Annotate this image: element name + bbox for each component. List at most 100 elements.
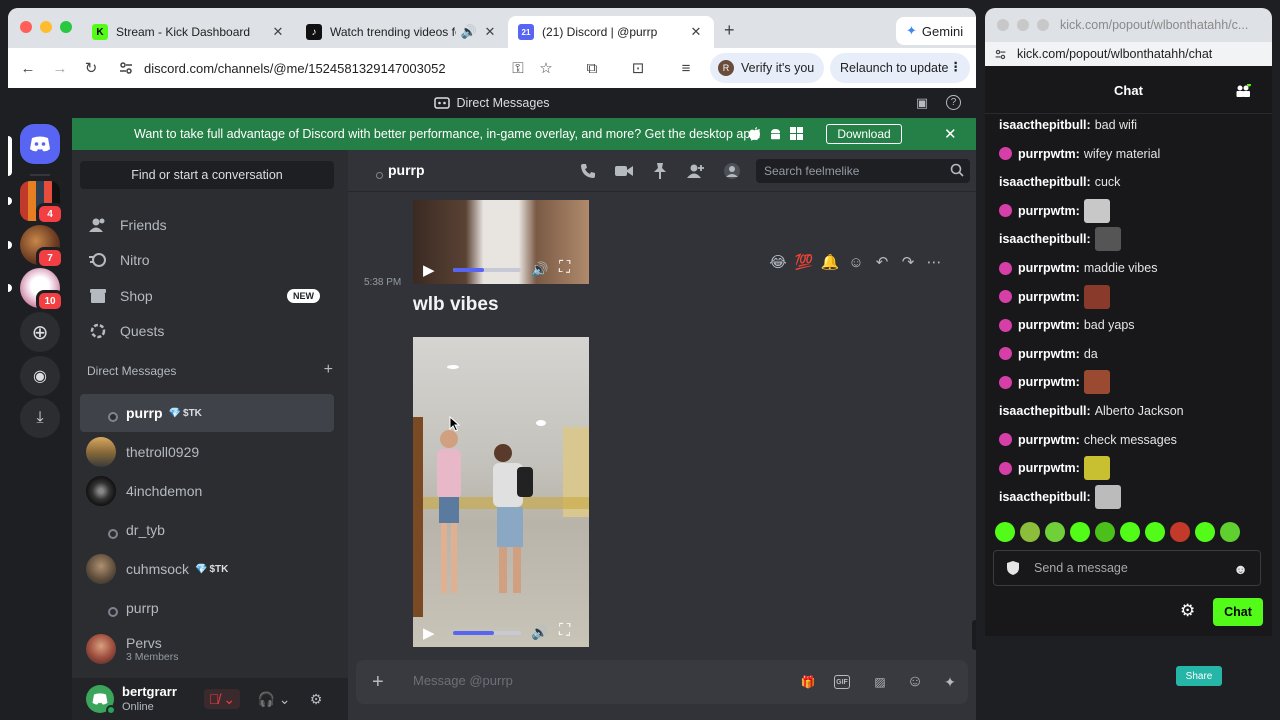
kick-chat-username[interactable]: purrpwtm: xyxy=(1018,204,1080,218)
emote-icon[interactable] xyxy=(1120,522,1140,542)
minimize-window-button[interactable] xyxy=(1017,19,1029,31)
kick-chat-username[interactable]: purrpwtm: xyxy=(1018,433,1080,447)
fullscreen-icon[interactable]: ⛶ xyxy=(559,259,570,277)
video-attachment[interactable]: ▶ 🔊 ⛶ xyxy=(413,200,589,284)
chat-users-icon[interactable] xyxy=(1235,84,1251,98)
user-avatar[interactable] xyxy=(86,685,116,715)
message-composer[interactable]: + Message @purrp 🎁 GIF ▨ ☺ ✦ xyxy=(356,660,968,704)
video-attachment[interactable]: ▶ 🔊 ⛶ xyxy=(413,337,589,647)
tab-tiktok[interactable]: ♪ Watch trending videos for 🔊 ✕ xyxy=(296,16,508,48)
gift-icon[interactable]: 🎁 xyxy=(798,672,818,692)
sidebar-item-nitro[interactable]: Nitro xyxy=(80,243,334,277)
help-icon[interactable]: ? xyxy=(946,95,961,110)
relaunch-button[interactable]: Relaunch to update ⋮ xyxy=(830,53,970,83)
headphones-icon[interactable]: 🎧 ⌄ xyxy=(256,689,292,709)
dm-item-purrp-2[interactable]: purrp xyxy=(80,589,334,627)
apps-icon[interactable]: ✦ xyxy=(940,672,960,692)
bookmark-star-icon[interactable]: ☆ xyxy=(536,58,556,78)
user-profile-icon[interactable] xyxy=(722,162,742,180)
kick-chat-username[interactable]: purrpwtm: xyxy=(1018,318,1080,332)
close-tab-icon[interactable]: ✕ xyxy=(270,24,286,40)
kick-chat-username[interactable]: purrpwtm: xyxy=(1018,347,1080,361)
emote-icon[interactable] xyxy=(1070,522,1090,542)
kick-chat-username[interactable]: purrpwtm: xyxy=(1018,261,1080,275)
kick-chat-username[interactable]: purrpwtm: xyxy=(1018,461,1080,475)
sidebar-item-friends[interactable]: Friends xyxy=(80,208,334,242)
video-call-icon[interactable] xyxy=(614,162,634,180)
close-tab-icon[interactable]: ✕ xyxy=(482,24,498,40)
emote-icon[interactable] xyxy=(1045,522,1065,542)
upload-plus-icon[interactable]: + xyxy=(372,671,384,694)
dm-item-thetroll0929[interactable]: thetroll0929 xyxy=(80,433,334,471)
new-tab-button[interactable]: + xyxy=(724,20,735,41)
dm-item-4inchdemon[interactable]: 4inchdemon xyxy=(80,472,334,510)
kick-chat-username[interactable]: isaacthepitbull: xyxy=(999,404,1091,418)
dm-item-cuhmsock[interactable]: cuhmsock 💎 $TK xyxy=(80,550,334,588)
more-options-icon[interactable]: ⋯ xyxy=(924,253,944,271)
speaker-icon[interactable]: 🔊 xyxy=(456,24,482,40)
voice-call-icon[interactable] xyxy=(578,162,598,180)
create-dm-icon[interactable]: + xyxy=(324,361,333,379)
download-button[interactable]: Download xyxy=(826,124,902,144)
user-settings-gear-icon[interactable]: ⚙ xyxy=(306,689,326,709)
dm-item-pervs[interactable]: Pervs 3 Members xyxy=(80,628,334,670)
dm-item-purrp[interactable]: purrp 💎 $TK xyxy=(80,394,334,432)
search-input[interactable]: Search feelmelike xyxy=(756,159,970,183)
kick-settings-gear-icon[interactable]: ⚙ xyxy=(1180,601,1195,621)
kick-chat-username[interactable]: isaacthepitbull: xyxy=(999,175,1091,189)
zoom-window-button[interactable] xyxy=(60,21,72,33)
server-icon[interactable]: 4 xyxy=(20,181,64,225)
emoji-icon[interactable]: ☺ xyxy=(905,672,925,692)
background-share-button[interactable]: Share xyxy=(1176,666,1222,686)
sidebar-item-quests[interactable]: Quests xyxy=(80,314,334,348)
gemini-button[interactable]: ✦ Gemini xyxy=(896,17,976,45)
quick-reaction-hundred[interactable]: 💯 xyxy=(794,253,814,271)
play-icon[interactable]: ▶ xyxy=(423,624,435,642)
kick-chat-username[interactable]: purrpwtm: xyxy=(1018,147,1080,161)
inbox-icon[interactable]: ▣ xyxy=(914,95,930,111)
reload-icon[interactable]: ↻ xyxy=(81,58,101,78)
chat-scrollbar[interactable] xyxy=(972,620,976,650)
kick-chat-username[interactable]: isaacthepitbull: xyxy=(999,232,1091,246)
verify-account-chip[interactable]: R Verify it's you xyxy=(710,53,824,83)
close-tab-icon[interactable]: ✕ xyxy=(688,24,704,40)
video-progress-bar[interactable] xyxy=(453,631,521,635)
minimize-window-button[interactable] xyxy=(40,21,52,33)
back-icon[interactable]: ← xyxy=(18,58,38,78)
pinned-messages-icon[interactable] xyxy=(650,162,670,180)
sticker-icon[interactable]: ▨ xyxy=(870,672,890,692)
download-apps-icon[interactable]: ⤓ xyxy=(20,398,60,438)
mute-mic-icon[interactable]: 🎙̸ ⌄ xyxy=(204,689,240,709)
tab-discord[interactable]: 21 (21) Discord | @purrp ✕ xyxy=(508,16,714,48)
kebab-menu-icon[interactable]: ⋮ xyxy=(950,59,963,74)
video-progress-bar[interactable] xyxy=(453,268,521,272)
forward-icon[interactable]: → xyxy=(50,58,70,78)
discover-icon[interactable]: ◉ xyxy=(20,356,60,396)
emote-icon[interactable] xyxy=(995,522,1015,542)
fullscreen-icon[interactable]: ⛶ xyxy=(559,622,570,640)
reply-icon[interactable]: ↶ xyxy=(872,253,892,271)
gif-icon[interactable]: GIF xyxy=(834,675,850,689)
kick-chat-username[interactable]: purrpwtm: xyxy=(1018,375,1080,389)
emote-icon[interactable] xyxy=(1145,522,1165,542)
emote-icon[interactable] xyxy=(1095,522,1115,542)
close-banner-icon[interactable]: ✕ xyxy=(944,125,957,143)
forward-icon[interactable]: ↷ xyxy=(898,253,918,271)
sidebar-item-shop[interactable]: Shop NEW xyxy=(80,279,334,313)
add-friends-to-dm-icon[interactable] xyxy=(686,162,706,180)
kick-chat-username[interactable]: purrpwtm: xyxy=(1018,290,1080,304)
emote-icon[interactable] xyxy=(1170,522,1190,542)
emote-icon[interactable] xyxy=(1020,522,1040,542)
extensions-icon[interactable]: ⧉ xyxy=(582,58,602,78)
password-key-icon[interactable]: ⚿ xyxy=(508,58,528,78)
add-server-icon[interactable]: ⊕ xyxy=(20,312,60,352)
volume-icon[interactable]: 🔊 xyxy=(531,624,548,641)
kick-chat-username[interactable]: isaacthepitbull: xyxy=(999,490,1091,504)
server-icon[interactable]: 7 xyxy=(20,225,64,269)
discord-home-button[interactable] xyxy=(20,124,60,164)
tab-search-icon[interactable]: ⊡ xyxy=(628,58,648,78)
address-bar[interactable]: discord.com/channels/@me/152458132914700… xyxy=(114,54,574,82)
find-conversation-button[interactable]: Find or start a conversation xyxy=(80,161,334,189)
kick-send-chat-button[interactable]: Chat xyxy=(1213,598,1263,626)
emote-icon[interactable] xyxy=(1220,522,1240,542)
